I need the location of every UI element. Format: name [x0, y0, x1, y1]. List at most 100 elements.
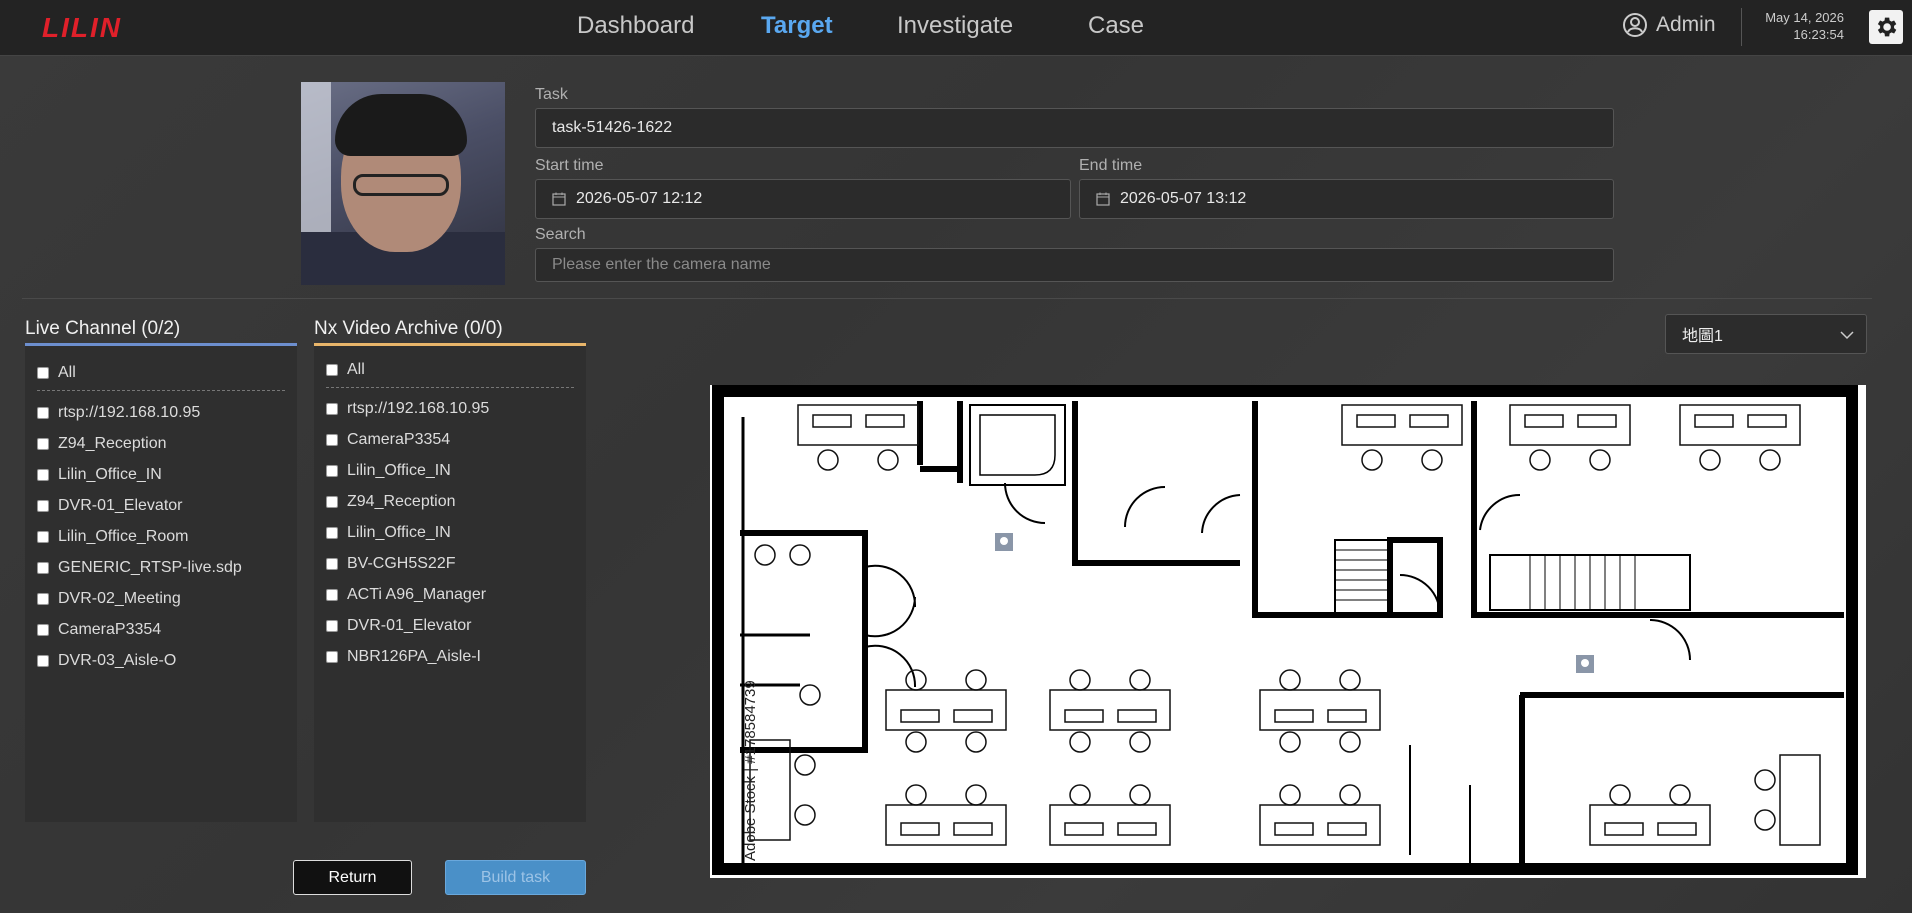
nav-dashboard[interactable]: Dashboard	[577, 12, 694, 40]
live-channel-panel: All rtsp://192.168.10.95 Z94_Reception L…	[25, 343, 297, 822]
nx-channel-item[interactable]: rtsp://192.168.10.95	[326, 400, 489, 418]
nx-all-checkbox[interactable]: All	[326, 361, 365, 379]
channel-name: ACTi A96_Manager	[347, 586, 487, 603]
checkbox[interactable]	[37, 407, 49, 419]
section-divider	[22, 298, 1872, 299]
channel-name: Z94_Reception	[347, 493, 456, 510]
map-select-dropdown[interactable]: 地圖1	[1665, 314, 1867, 354]
live-channel-item[interactable]: DVR-02_Meeting	[37, 590, 181, 608]
build-task-button[interactable]: Build task	[445, 860, 586, 895]
checkbox[interactable]	[37, 655, 49, 667]
floor-plan-drawing	[712, 385, 1858, 875]
checkbox[interactable]	[326, 558, 338, 570]
channel-name: DVR-01_Elevator	[58, 497, 183, 514]
camera-search-input[interactable]: Please enter the camera name	[535, 248, 1614, 282]
task-label: Task	[535, 86, 568, 103]
checkbox[interactable]	[37, 562, 49, 574]
nx-archive-panel: All rtsp://192.168.10.95 CameraP3354 Lil…	[314, 343, 586, 822]
live-channel-item[interactable]: DVR-03_Aisle-O	[37, 652, 176, 670]
checkbox[interactable]	[37, 438, 49, 450]
settings-button[interactable]	[1869, 10, 1903, 44]
channel-name: rtsp://192.168.10.95	[347, 400, 490, 417]
channel-name: DVR-03_Aisle-O	[58, 652, 177, 669]
clock: May 14, 2026 16:23:54	[1765, 9, 1844, 43]
end-time-input[interactable]: 2026-05-07 13:12	[1079, 179, 1614, 219]
live-channel-title: Live Channel (0/2)	[25, 318, 181, 339]
nx-channel-item[interactable]: BV-CGH5S22F	[326, 555, 455, 573]
start-time-label: Start time	[535, 157, 604, 174]
task-value: task-51426-1622	[552, 119, 673, 136]
checkbox[interactable]	[326, 403, 338, 415]
live-channel-item[interactable]: GENERIC_RTSP-live.sdp	[37, 559, 242, 577]
nx-channel-item[interactable]: Lilin_Office_IN	[326, 524, 451, 542]
nx-channel-item[interactable]: NBR126PA_Aisle-I	[326, 648, 481, 666]
nav-investigate[interactable]: Investigate	[897, 12, 1013, 40]
checkbox[interactable]	[37, 469, 49, 481]
checkbox[interactable]	[326, 589, 338, 601]
return-button[interactable]: Return	[293, 860, 412, 895]
calendar-icon	[552, 192, 566, 206]
live-channel-item[interactable]: Lilin_Office_Room	[37, 528, 188, 546]
search-label: Search	[535, 226, 586, 243]
channel-name: CameraP3354	[58, 621, 162, 638]
nx-archive-title: Nx Video Archive (0/0)	[314, 318, 503, 339]
checkbox[interactable]	[326, 527, 338, 539]
user-name: Admin	[1656, 13, 1716, 36]
start-time-value: 2026-05-07 12:12	[576, 190, 703, 207]
live-all-checkbox[interactable]: All	[37, 364, 76, 382]
start-time-input[interactable]: 2026-05-07 12:12	[535, 179, 1071, 219]
channel-name: Lilin_Office_Room	[58, 528, 189, 545]
nx-channel-item[interactable]: ACTi A96_Manager	[326, 586, 486, 604]
camera-marker-1[interactable]	[995, 533, 1013, 551]
map-watermark: Adobe Stock | #178584739	[742, 680, 759, 861]
channel-name: DVR-02_Meeting	[58, 590, 181, 607]
floor-plan-map[interactable]	[710, 385, 1866, 878]
end-time-value: 2026-05-07 13:12	[1120, 190, 1247, 207]
clock-time: 16:23:54	[1793, 27, 1844, 42]
checkbox[interactable]	[326, 651, 338, 663]
checkbox[interactable]	[37, 624, 49, 636]
nx-channel-item[interactable]: Z94_Reception	[326, 493, 456, 511]
user-circle-icon	[1623, 13, 1647, 37]
checkbox[interactable]	[37, 593, 49, 605]
channel-name: CameraP3354	[347, 431, 451, 448]
checkbox[interactable]	[326, 364, 338, 376]
gear-icon	[1877, 17, 1897, 37]
top-bar: LILIN Dashboard Target Investigate Case …	[0, 0, 1912, 56]
nx-channel-item[interactable]: CameraP3354	[326, 431, 450, 449]
channel-name: Lilin_Office_IN	[347, 462, 451, 479]
channel-name: GENERIC_RTSP-live.sdp	[58, 559, 242, 576]
nav-case[interactable]: Case	[1088, 12, 1144, 40]
checkbox-label: All	[58, 364, 76, 381]
checkbox[interactable]	[37, 500, 49, 512]
live-channel-item[interactable]: rtsp://192.168.10.95	[37, 404, 200, 422]
user-menu[interactable]: Admin	[1622, 12, 1716, 38]
target-face-photo	[301, 82, 505, 285]
channel-name: NBR126PA_Aisle-I	[347, 648, 481, 665]
nx-channel-item[interactable]: DVR-01_Elevator	[326, 617, 472, 635]
channel-name: rtsp://192.168.10.95	[58, 404, 201, 421]
checkbox[interactable]	[37, 367, 49, 379]
live-channel-item[interactable]: Lilin_Office_IN	[37, 466, 162, 484]
clock-date: May 14, 2026	[1765, 10, 1844, 25]
chevron-down-icon	[1840, 331, 1854, 340]
list-divider	[37, 390, 285, 391]
channel-name: BV-CGH5S22F	[347, 555, 456, 572]
checkbox[interactable]	[326, 434, 338, 446]
end-time-label: End time	[1079, 157, 1143, 174]
checkbox[interactable]	[326, 620, 338, 632]
nx-channel-item[interactable]: Lilin_Office_IN	[326, 462, 451, 480]
checkbox[interactable]	[37, 531, 49, 543]
live-channel-item[interactable]: DVR-01_Elevator	[37, 497, 183, 515]
task-input[interactable]: task-51426-1622	[535, 108, 1614, 148]
checkbox[interactable]	[326, 465, 338, 477]
channel-name: Lilin_Office_IN	[347, 524, 451, 541]
channel-name: Lilin_Office_IN	[58, 466, 162, 483]
header-divider	[1741, 8, 1742, 46]
nav-target[interactable]: Target	[761, 12, 833, 40]
live-channel-item[interactable]: CameraP3354	[37, 621, 161, 639]
camera-marker-2[interactable]	[1576, 655, 1594, 673]
live-channel-item[interactable]: Z94_Reception	[37, 435, 167, 453]
channel-name: Z94_Reception	[58, 435, 167, 452]
checkbox[interactable]	[326, 496, 338, 508]
